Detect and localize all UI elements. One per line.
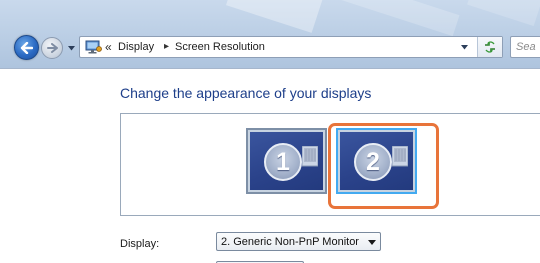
arrow-right-icon: [46, 43, 58, 53]
hidden-path-chevron[interactable]: «: [105, 39, 112, 55]
breadcrumb-display[interactable]: Display: [118, 40, 154, 54]
screen-resolution-panel: Change the appearance of your displays 1…: [0, 68, 540, 263]
chevron-down-icon: [67, 45, 75, 50]
display-field-label: Display:: [120, 238, 160, 250]
selection-highlight-outline: [328, 123, 439, 209]
forward-button[interactable]: [41, 37, 63, 59]
refresh-icon: [485, 41, 495, 53]
monitor-icon: [302, 146, 318, 167]
address-bar[interactable]: « Display ▸ Screen Resolution: [79, 36, 503, 58]
control-panel-icon: [85, 40, 102, 54]
back-button[interactable]: [14, 35, 39, 60]
refresh-button[interactable]: [477, 37, 502, 57]
monitor-1-tile[interactable]: 1: [246, 128, 327, 194]
address-history-dropdown[interactable]: [457, 37, 471, 57]
window-title-bar: « Display ▸ Screen Resolution Sea: [0, 0, 540, 68]
chevron-down-icon: [460, 44, 468, 49]
monitor-1-number: 1: [276, 147, 290, 176]
arrow-left-icon: [20, 41, 33, 54]
breadcrumb-screen-resolution[interactable]: Screen Resolution: [175, 40, 265, 54]
page-title: Change the appearance of your displays: [120, 85, 372, 101]
recent-pages-dropdown[interactable]: [66, 43, 76, 53]
display-select-value: 2. Generic Non-PnP Monitor: [221, 236, 359, 248]
chevron-down-icon: [368, 240, 376, 245]
search-placeholder: Sea: [516, 41, 536, 53]
display-select[interactable]: 2. Generic Non-PnP Monitor: [216, 232, 381, 251]
breadcrumb-separator[interactable]: ▸: [164, 40, 169, 54]
search-box[interactable]: Sea: [510, 36, 540, 58]
